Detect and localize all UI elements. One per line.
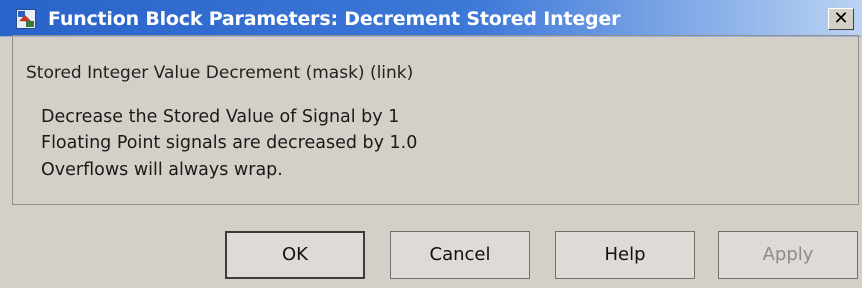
simulink-block-icon (16, 9, 36, 29)
cancel-button[interactable]: Cancel (390, 231, 530, 279)
ok-button[interactable]: OK (225, 231, 365, 279)
description-line-2: Floating Point signals are decreased by … (41, 133, 418, 153)
dialog-window: Function Block Parameters: Decrement Sto… (0, 0, 862, 288)
title-bar[interactable]: Function Block Parameters: Decrement Sto… (0, 0, 862, 37)
description-line-1: Decrease the Stored Value of Signal by 1 (41, 107, 400, 127)
help-button[interactable]: Help (555, 231, 695, 279)
close-button[interactable]: ✕ (828, 8, 854, 30)
group-legend: Stored Integer Value Decrement (mask) (l… (24, 63, 418, 83)
close-icon: ✕ (833, 8, 849, 29)
window-title: Function Block Parameters: Decrement Sto… (48, 8, 621, 30)
description-line-3: Overflows will always wrap. (41, 160, 283, 180)
apply-button[interactable]: Apply (718, 231, 858, 279)
